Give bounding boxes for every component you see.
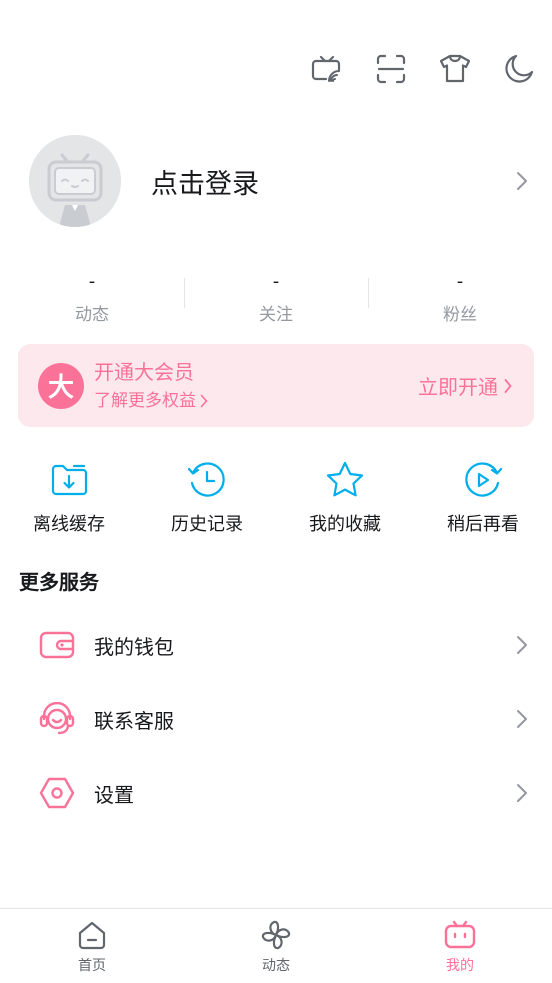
menu-label: 我的钱包 bbox=[94, 634, 174, 659]
tab-mine[interactable]: 我的 bbox=[368, 909, 552, 983]
section-title-more-services: 更多服务 bbox=[19, 570, 99, 594]
profile-page: 点击登录 - 动态 - 关注 - 粉丝 大 开通大会员 了解更多权益 立即开通 … bbox=[0, 0, 552, 983]
pinwheel-icon bbox=[260, 919, 292, 951]
avatar[interactable] bbox=[29, 135, 121, 227]
login-row[interactable]: 点击登录 bbox=[29, 135, 530, 227]
shortcut-history[interactable]: 历史记录 bbox=[138, 460, 276, 536]
chevron-right-icon bbox=[514, 781, 530, 805]
tab-label: 动态 bbox=[262, 958, 290, 974]
login-label[interactable]: 点击登录 bbox=[151, 162, 514, 201]
stat-label: 粉丝 bbox=[443, 305, 477, 325]
tv-mine-icon bbox=[444, 919, 476, 951]
stat-value: - bbox=[272, 271, 280, 292]
shortcut-label: 历史记录 bbox=[171, 514, 243, 535]
shortcut-favorites[interactable]: 我的收藏 bbox=[276, 460, 414, 536]
top-toolbar bbox=[310, 52, 536, 86]
home-icon bbox=[77, 919, 107, 951]
download-folder-icon bbox=[0, 460, 138, 500]
shortcut-watch-later[interactable]: 稍后再看 bbox=[414, 460, 552, 536]
star-icon bbox=[276, 460, 414, 500]
stat-label: 关注 bbox=[259, 305, 293, 325]
stat-dynamics[interactable]: - 动态 bbox=[0, 270, 184, 325]
stat-label: 动态 bbox=[75, 305, 109, 325]
vip-badge-icon: 大 bbox=[38, 362, 84, 409]
vip-title: 开通大会员 bbox=[94, 359, 194, 384]
wallet-icon bbox=[38, 626, 76, 664]
headset-icon bbox=[38, 700, 76, 738]
moon-icon[interactable] bbox=[502, 52, 536, 86]
shortcut-offline-cache[interactable]: 离线缓存 bbox=[0, 460, 138, 536]
vip-subtitle: 了解更多权益 bbox=[94, 390, 196, 411]
stat-following[interactable]: - 关注 bbox=[184, 270, 368, 325]
history-clock-icon bbox=[138, 460, 276, 500]
menu-label: 联系客服 bbox=[94, 708, 174, 733]
stat-value: - bbox=[88, 271, 96, 292]
scan-icon[interactable] bbox=[374, 52, 408, 86]
shortcut-label: 我的收藏 bbox=[309, 514, 381, 535]
watch-later-icon bbox=[414, 460, 552, 500]
menu-item-customer-service[interactable]: 联系客服 bbox=[0, 682, 552, 756]
vip-benefits-link[interactable]: 了解更多权益 bbox=[94, 388, 418, 414]
chevron-right-icon bbox=[504, 378, 512, 393]
vip-cta-label: 立即开通 bbox=[418, 375, 498, 399]
stat-fans[interactable]: - 粉丝 bbox=[368, 270, 552, 325]
tab-home[interactable]: 首页 bbox=[0, 909, 184, 983]
shortcut-label: 离线缓存 bbox=[33, 514, 105, 535]
chevron-right-icon bbox=[514, 169, 530, 193]
settings-hexagon-icon bbox=[38, 774, 76, 812]
chevron-right-icon bbox=[514, 633, 530, 657]
tshirt-icon[interactable] bbox=[438, 52, 472, 86]
menu-item-wallet[interactable]: 我的钱包 bbox=[0, 608, 552, 682]
shortcut-grid: 离线缓存 历史记录 我的收藏 稍后再看 bbox=[0, 460, 552, 536]
services-menu: 我的钱包 联系客服 设置 bbox=[0, 608, 552, 830]
vip-text: 开通大会员 了解更多权益 bbox=[94, 358, 418, 414]
menu-label: 设置 bbox=[94, 782, 134, 807]
chevron-right-icon bbox=[200, 394, 208, 407]
tab-label: 首页 bbox=[78, 958, 106, 974]
tab-label: 我的 bbox=[446, 958, 474, 974]
vip-open-button[interactable]: 立即开通 bbox=[418, 371, 512, 400]
stat-value: - bbox=[456, 271, 464, 292]
bottom-nav: 首页 动态 我的 bbox=[0, 908, 552, 983]
vip-banner[interactable]: 大 开通大会员 了解更多权益 立即开通 bbox=[18, 344, 534, 427]
chevron-right-icon bbox=[514, 707, 530, 731]
tv-cast-icon[interactable] bbox=[310, 52, 344, 86]
stats-row: - 动态 - 关注 - 粉丝 bbox=[0, 270, 552, 325]
menu-item-settings[interactable]: 设置 bbox=[0, 756, 552, 830]
shortcut-label: 稍后再看 bbox=[447, 514, 519, 535]
tab-dynamics[interactable]: 动态 bbox=[184, 909, 368, 983]
